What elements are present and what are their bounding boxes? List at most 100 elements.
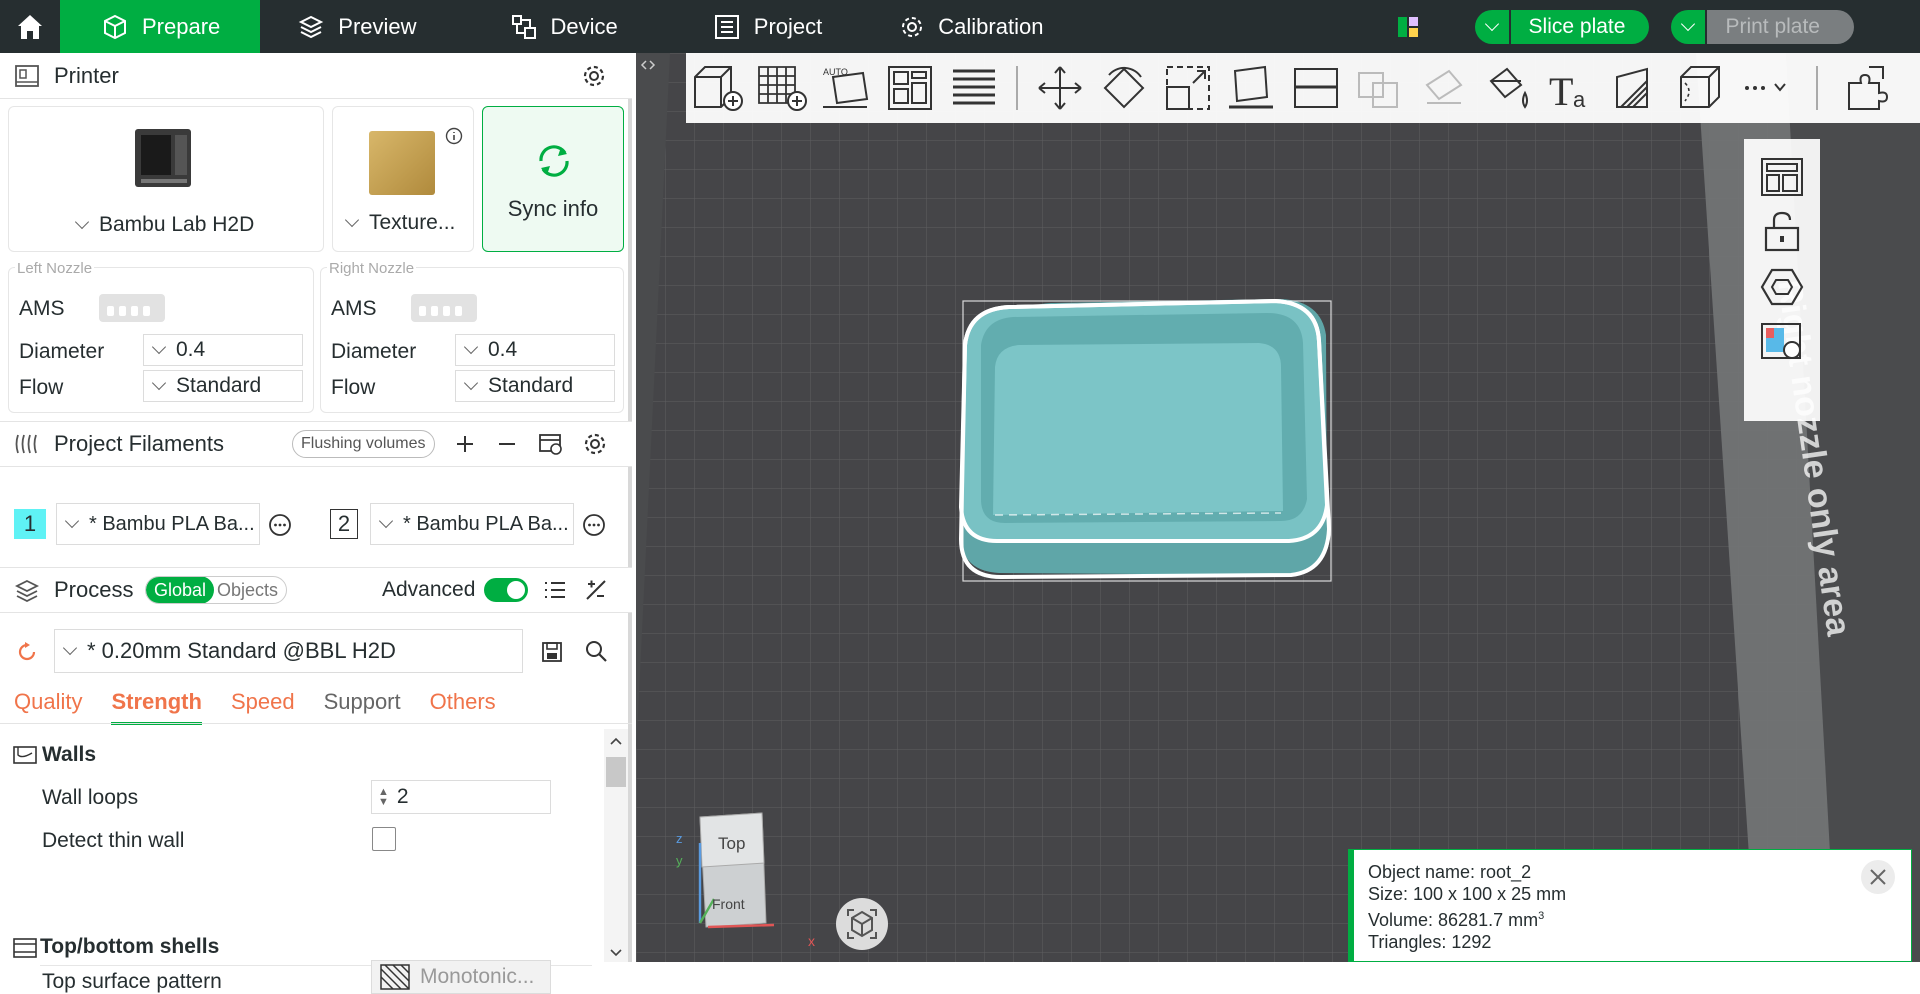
more-icon[interactable] <box>582 513 606 537</box>
printer-model-card[interactable]: Bambu Lab H2D <box>8 106 324 252</box>
sync-ams-icon[interactable] <box>538 432 564 456</box>
print-view-button[interactable] <box>1758 317 1806 365</box>
print-plate-button[interactable]: Print plate <box>1671 9 1854 44</box>
view-cube-front[interactable]: Front <box>712 896 745 912</box>
add-plate-button[interactable] <box>750 56 814 120</box>
view-nut-button[interactable] <box>1758 263 1806 311</box>
boolean-icon <box>1358 72 1398 108</box>
sidebar: Printer Bambu Lab H2D Texture... Sync in… <box>0 53 632 994</box>
detect-thin-wall-checkbox[interactable] <box>372 827 396 851</box>
save-icon[interactable] <box>541 641 563 663</box>
stepper-arrows-icon[interactable]: ▲ ▼ <box>378 787 389 808</box>
plate-select[interactable]: Texture... <box>341 211 455 235</box>
walls-group-title: Walls <box>42 743 97 766</box>
left-flow-select[interactable]: Standard <box>143 370 303 402</box>
gear-icon[interactable] <box>583 432 607 456</box>
view-cube-top[interactable]: Top <box>718 834 745 854</box>
info-icon[interactable] <box>445 127 463 145</box>
fit-view-button[interactable] <box>836 898 888 950</box>
filament-color-swatch[interactable]: 2 <box>330 509 358 539</box>
tab-device[interactable]: Device <box>417 0 618 53</box>
top-surface-pattern-select[interactable]: Monotonic... <box>371 960 551 994</box>
grid-add-icon <box>758 66 807 111</box>
tab-support[interactable]: Support <box>324 689 401 725</box>
filament-color-swatch[interactable]: 1 <box>14 509 46 539</box>
filament-select[interactable]: * Bambu PLA Ba... <box>56 503 260 545</box>
move-button[interactable] <box>1028 56 1092 120</box>
close-info-button[interactable] <box>1861 860 1895 894</box>
split-button[interactable] <box>942 56 1006 120</box>
support-paint-icon <box>1425 69 1463 104</box>
ams-label: AMS <box>19 297 65 320</box>
global-option[interactable]: Global <box>146 577 215 603</box>
mesh-boolean-button[interactable] <box>1348 56 1412 120</box>
plate-card[interactable]: Texture... <box>332 106 474 252</box>
tab-calibration[interactable]: Calibration <box>822 0 1043 53</box>
assembly-view-button[interactable] <box>1836 56 1900 120</box>
tab-speed[interactable]: Speed <box>231 689 295 725</box>
color-paint-button[interactable] <box>1476 56 1540 120</box>
lock-button[interactable] <box>1758 207 1806 255</box>
collapse-sidebar-icon[interactable] <box>640 59 656 71</box>
add-object-button[interactable] <box>686 56 750 120</box>
flushing-volumes-button[interactable]: Flushing volumes <box>292 430 435 458</box>
filament-select[interactable]: * Bambu PLA Ba... <box>370 503 574 545</box>
tab-preview[interactable]: Preview <box>260 0 417 53</box>
sync-info-button[interactable]: Sync info <box>482 106 624 252</box>
wall-loops-stepper[interactable]: ▲ ▼ 2 <box>371 780 551 814</box>
slice-plate-button[interactable]: Slice plate <box>1474 9 1650 44</box>
add-icon[interactable] <box>454 433 476 455</box>
plate-type: Texture... <box>369 211 456 234</box>
support-paint-button[interactable] <box>1412 56 1476 120</box>
gear-icon[interactable] <box>582 64 606 88</box>
auto-orient-button[interactable]: AUTO <box>814 56 878 120</box>
search-icon[interactable] <box>584 639 608 663</box>
more-tools-button[interactable] <box>1732 56 1796 120</box>
settings-scrollbar[interactable] <box>604 729 628 962</box>
scrollbar-thumb[interactable] <box>606 757 626 787</box>
3d-viewport[interactable]: Right nozzle only area AUTO Ta Top Front… <box>636 53 1920 962</box>
right-diameter-select[interactable]: 0.4 <box>455 334 615 366</box>
printer-model-select[interactable]: Bambu Lab H2D <box>71 213 254 237</box>
model-object[interactable] <box>951 289 1341 649</box>
seam-paint-button[interactable] <box>1604 56 1668 120</box>
more-icon[interactable] <box>268 513 292 537</box>
variable-layer-button[interactable] <box>1668 56 1732 120</box>
tab-prepare[interactable]: Prepare <box>60 0 261 53</box>
global-objects-toggle[interactable]: Global Objects <box>145 576 288 604</box>
advanced-toggle[interactable] <box>484 578 528 602</box>
list-icon[interactable] <box>543 579 567 601</box>
axis-y-label: y <box>676 853 683 868</box>
right-flow-select[interactable]: Standard <box>455 370 615 402</box>
scale-button[interactable] <box>1156 56 1220 120</box>
compare-icon[interactable] <box>584 578 608 602</box>
tab-project[interactable]: Project <box>618 0 822 53</box>
remove-icon[interactable] <box>496 433 518 455</box>
left-diameter-select[interactable]: 0.4 <box>143 334 303 366</box>
chevron-down-icon <box>151 339 167 355</box>
process-preset-select[interactable]: * 0.20mm Standard @BBL H2D <box>54 629 523 673</box>
layout-icon[interactable] <box>1397 16 1419 38</box>
text-button[interactable]: Ta <box>1540 56 1604 120</box>
rotate-button[interactable] <box>1092 56 1156 120</box>
filaments-title: Project Filaments <box>54 431 224 456</box>
arrange-button[interactable] <box>878 56 942 120</box>
tab-strength[interactable]: Strength <box>111 689 202 725</box>
left-nozzle-card: Left Nozzle AMS Diameter 0.4 Flow Standa… <box>8 260 314 413</box>
cut-button[interactable] <box>1284 56 1348 120</box>
scroll-down-icon[interactable] <box>610 949 622 957</box>
left-flow-value: Standard <box>176 374 262 397</box>
lay-on-face-button[interactable] <box>1220 56 1284 120</box>
reset-icon[interactable] <box>16 641 38 663</box>
tab-quality[interactable]: Quality <box>14 689 82 725</box>
object-list-button[interactable] <box>1758 153 1806 201</box>
tab-others[interactable]: Others <box>430 689 496 725</box>
scroll-up-icon[interactable] <box>610 737 622 745</box>
print-dropdown[interactable] <box>1671 9 1708 44</box>
home-button[interactable] <box>0 0 60 53</box>
slice-dropdown[interactable] <box>1474 9 1511 44</box>
view-cube[interactable]: x Top Front <box>686 809 786 959</box>
ams-label: AMS <box>331 297 377 320</box>
process-tabs: Quality Strength Speed Support Others <box>14 689 496 725</box>
objects-option[interactable]: Objects <box>214 580 286 601</box>
